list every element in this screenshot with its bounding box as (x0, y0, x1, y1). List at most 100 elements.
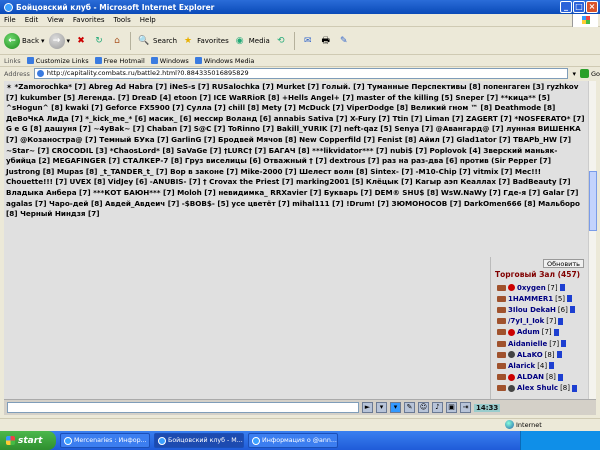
clear-icon[interactable]: ✎ (404, 402, 415, 413)
menu-view[interactable]: View (47, 16, 64, 24)
list-item[interactable]: ALDAN [8] (497, 372, 577, 383)
private-hand-icon[interactable] (497, 362, 506, 369)
info-icon[interactable] (553, 328, 559, 336)
address-input[interactable]: http://capitality.combats.ru/battle2.htm… (33, 68, 569, 79)
filter-active-icon[interactable]: ▾ (390, 402, 401, 413)
list-item[interactable]: Alex Shulc [8] (497, 383, 577, 394)
stop-icon[interactable]: ✖ (74, 34, 88, 48)
info-icon[interactable] (572, 384, 577, 392)
private-hand-icon[interactable] (497, 329, 506, 336)
window-title: Бойцовский клуб - Microsoft Internet Exp… (16, 2, 215, 12)
taskbar: start Mercenaries : Инфор... Бойцовский … (0, 431, 600, 450)
chat-input[interactable] (7, 402, 359, 413)
list-item[interactable]: ALaKO [8] (497, 349, 577, 360)
close-button[interactable]: × (586, 1, 598, 13)
print-icon[interactable]: 🖶 (319, 34, 333, 48)
chevron-down-icon[interactable]: ▾ (572, 70, 576, 78)
menu-favorites[interactable]: Favorites (73, 16, 105, 24)
link-customize[interactable]: Customize Links (26, 57, 89, 65)
task-info[interactable]: Информация о @ann... (248, 433, 338, 448)
chevron-down-icon: ▾ (66, 36, 71, 45)
list-item[interactable]: 0xygen [7] (497, 282, 577, 293)
info-icon[interactable] (558, 317, 564, 325)
back-label: Back (22, 36, 39, 45)
ie-logo-icon (252, 436, 260, 445)
toolbar-separator (130, 31, 132, 50)
back-arrow-icon: ← (4, 32, 20, 49)
info-icon[interactable] (549, 362, 555, 370)
room-panel: Обновить Торговый Зал (457) 0xygen [7] 1H… (490, 257, 588, 399)
clan-icon (508, 328, 515, 336)
private-hand-icon[interactable] (497, 340, 506, 347)
lock-icon[interactable]: ▣ (446, 402, 457, 413)
private-hand-icon[interactable] (497, 385, 506, 392)
info-icon[interactable] (561, 340, 567, 348)
internet-globe-icon (505, 420, 514, 429)
title-bar: Бойцовский клуб - Microsoft Internet Exp… (0, 0, 600, 14)
ie-window: Бойцовский клуб - Microsoft Internet Exp… (0, 0, 600, 450)
list-item[interactable]: 1HAMMER1 [5] (497, 293, 577, 304)
private-hand-icon[interactable] (497, 318, 506, 325)
info-icon[interactable] (559, 284, 565, 292)
address-bar: Address http://capitality.combats.ru/bat… (0, 67, 600, 80)
media-button[interactable]: ◉ Media (233, 34, 270, 48)
maximize-button[interactable]: □ (573, 1, 585, 13)
list-item[interactable]: Adum [7] (497, 327, 577, 338)
private-hand-icon[interactable] (497, 306, 506, 313)
private-hand-icon[interactable] (497, 295, 506, 302)
menu-tools[interactable]: Tools (114, 16, 131, 24)
menu-edit[interactable]: Edit (25, 16, 39, 24)
forward-button[interactable]: → ▾ (48, 32, 71, 49)
private-hand-icon[interactable] (497, 374, 506, 381)
clan-icon (508, 384, 515, 392)
sound-icon[interactable]: ♪ (432, 402, 443, 413)
list-item[interactable]: 3Ilou DekaH [6] (497, 304, 577, 315)
menu-file[interactable]: File (4, 16, 16, 24)
refresh-icon[interactable]: ↻ (92, 34, 106, 48)
menu-bar: File Edit View Favorites Tools Help (0, 14, 600, 27)
smile-icon[interactable]: ☺ (418, 402, 429, 413)
home-icon[interactable]: ⌂ (110, 34, 124, 48)
link-hotmail[interactable]: Free Hotmail (94, 57, 145, 65)
minimize-button[interactable]: _ (560, 1, 572, 13)
list-item[interactable]: /7yI_I_Iok [7] (497, 316, 577, 327)
link-windows-media[interactable]: Windows Media (194, 57, 254, 65)
filter-icon[interactable]: ▾ (376, 402, 387, 413)
exit-icon[interactable]: ⇥ (460, 402, 471, 413)
private-hand-icon[interactable] (497, 351, 506, 358)
info-icon[interactable] (556, 351, 562, 359)
room-user-list: 0xygen [7] 1HAMMER1 [5] 3Ilou DekaH [6] /7y… (497, 282, 577, 394)
back-button[interactable]: ← Back ▾ (4, 32, 45, 49)
info-icon[interactable] (567, 295, 573, 303)
history-icon[interactable]: ⟲ (274, 34, 288, 48)
chevron-down-icon: ▾ (41, 36, 45, 45)
clan-icon (508, 373, 515, 381)
start-button[interactable]: start (0, 431, 56, 450)
link-icon (26, 57, 34, 64)
windows-logo-icon (6, 436, 15, 445)
go-button[interactable]: Go (579, 69, 600, 78)
refresh-button[interactable]: Обновить (542, 259, 584, 268)
battle-participants: ✶ *Zamorochka* [7] Abreg Ad Habra [7] iN… (4, 81, 588, 257)
favorites-button[interactable]: ★ Favorites (181, 34, 229, 48)
mail-icon[interactable]: ✉ (301, 34, 315, 48)
send-icon[interactable]: ► (362, 402, 373, 413)
list-item[interactable]: Aidanielle [7] (497, 338, 577, 349)
info-icon[interactable] (569, 306, 575, 314)
info-icon[interactable] (557, 373, 563, 381)
status-bar: Internet (0, 418, 600, 431)
links-label: Links (4, 56, 21, 65)
menu-help[interactable]: Help (140, 16, 156, 24)
vertical-scrollbar[interactable] (588, 81, 597, 399)
task-fight-club[interactable]: Бойцовский клуб - M... (154, 433, 244, 448)
windows-flag-icon (572, 14, 598, 27)
toolbar-separator (293, 31, 295, 50)
list-item[interactable]: Alarick [4] (497, 360, 577, 371)
task-mercenaries[interactable]: Mercenaries : Инфор... (60, 433, 150, 448)
scrollbar-thumb[interactable] (589, 171, 597, 231)
private-hand-icon[interactable] (497, 284, 506, 291)
search-button[interactable]: 🔍 Search (137, 34, 177, 48)
edit-icon[interactable]: ✎ (337, 34, 351, 48)
link-windows[interactable]: Windows (150, 57, 189, 65)
address-label: Address (4, 69, 30, 78)
